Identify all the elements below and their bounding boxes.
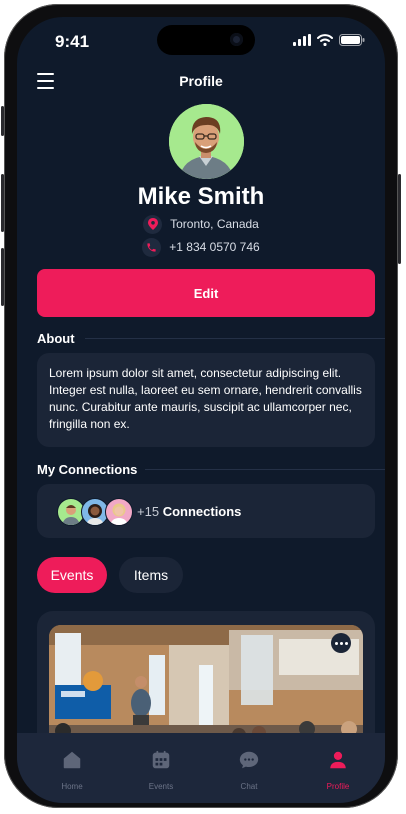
phone-frame: 9:41 Profile Mike Smith Toronto, Canada … — [1, 4, 401, 808]
wifi-icon — [317, 34, 333, 46]
profile-photo — [169, 104, 244, 179]
edit-button[interactable]: Edit — [37, 269, 375, 317]
user-icon — [330, 751, 346, 769]
connections-count: +15 — [137, 504, 160, 519]
connections-label: Connections — [162, 504, 242, 519]
home-icon — [63, 751, 81, 769]
side-button-volume-up — [1, 174, 4, 232]
nav-label-chat: Chat — [240, 782, 258, 791]
dynamic-island — [157, 25, 255, 55]
bottom-nav: Home Events Chat Profile — [17, 733, 385, 803]
nav-item-chat[interactable]: Chat — [219, 749, 279, 791]
phone-text: +1 834 0570 746 — [169, 240, 260, 254]
connections-summary: +15 Connections — [137, 504, 241, 519]
nav-item-events[interactable]: Events — [131, 749, 191, 791]
screen: 9:41 Profile Mike Smith Toronto, Canada … — [17, 17, 385, 803]
location-row: Toronto, Canada — [17, 214, 385, 234]
status-bar: 9:41 — [17, 17, 385, 65]
side-button-action — [1, 106, 4, 136]
about-text: Lorem ipsum dolor sit amet, consectetur … — [49, 366, 362, 431]
profile-name: Mike Smith — [137, 183, 265, 210]
side-button-volume-down — [1, 248, 4, 306]
location-pin-icon — [143, 214, 163, 234]
tab-events[interactable]: Events — [37, 557, 107, 593]
phone-icon — [142, 237, 162, 257]
connections-heading: My Connections — [37, 462, 138, 477]
connections-card[interactable]: +15 Connections — [37, 484, 375, 538]
nav-label-events: Events — [148, 782, 174, 791]
chat-icon — [239, 751, 259, 769]
event-card[interactable] — [37, 611, 375, 751]
nav-label-profile: Profile — [326, 782, 350, 791]
battery-icon — [339, 34, 365, 46]
page-title: Profile — [179, 73, 223, 89]
about-divider — [85, 338, 385, 339]
nav-label-home: Home — [61, 782, 83, 791]
avatar — [169, 104, 244, 179]
phone-row: +1 834 0570 746 — [17, 237, 385, 257]
camera-icon — [230, 33, 243, 46]
tab-items[interactable]: Items — [119, 557, 183, 593]
system-icons — [293, 34, 365, 46]
nav-item-profile[interactable]: Profile — [308, 749, 368, 791]
side-button-power — [398, 174, 401, 264]
location-text: Toronto, Canada — [170, 217, 259, 231]
more-options-icon[interactable] — [331, 633, 351, 653]
header: Profile — [17, 71, 385, 101]
status-time: 9:41 — [55, 32, 90, 51]
connections-divider — [145, 469, 385, 470]
about-heading: About — [37, 331, 75, 346]
connection-avatar — [105, 498, 133, 526]
signal-icon — [293, 34, 311, 46]
about-card: Lorem ipsum dolor sit amet, consectetur … — [37, 353, 375, 447]
nav-item-home[interactable]: Home — [42, 749, 102, 791]
calendar-icon — [152, 750, 170, 769]
